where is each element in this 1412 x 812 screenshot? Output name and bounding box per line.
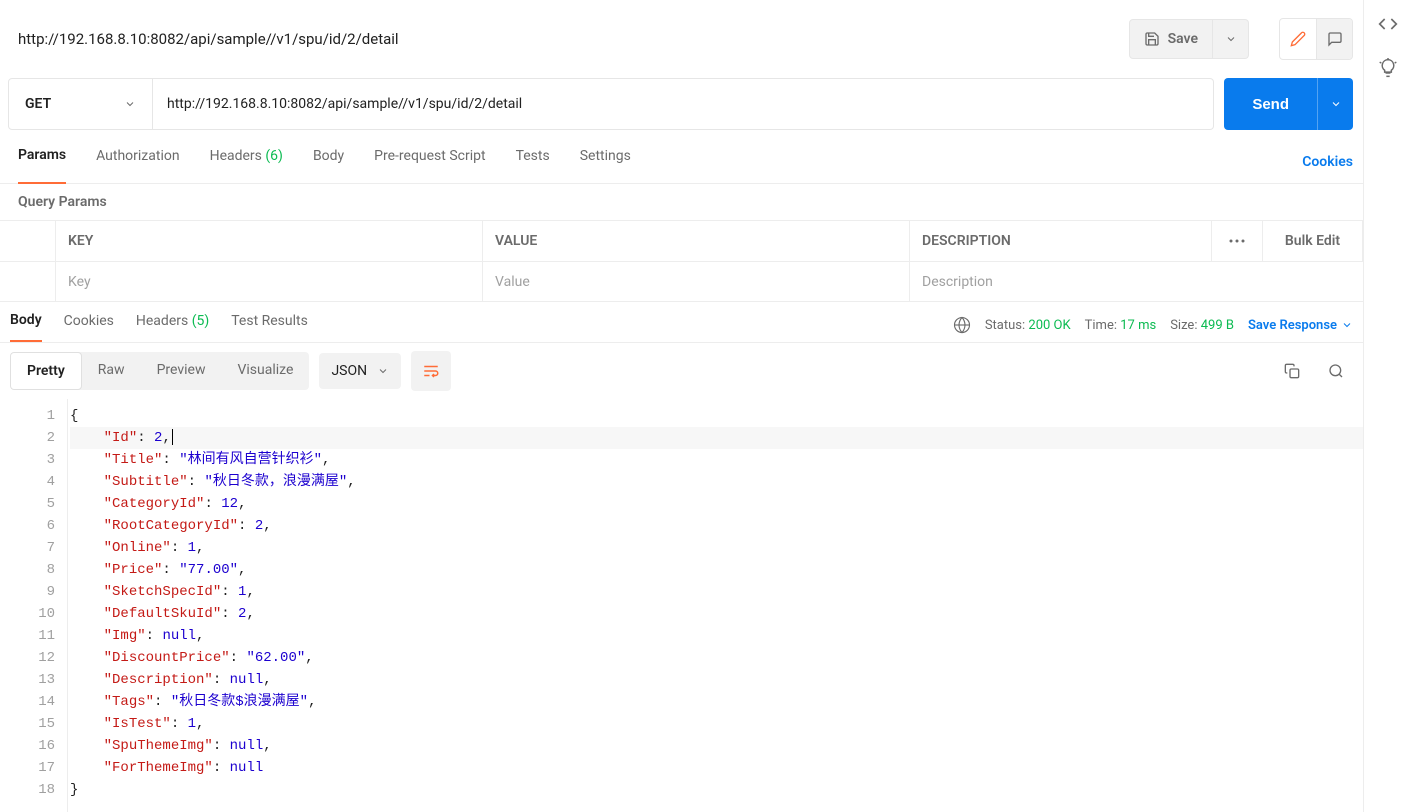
- view-raw[interactable]: Raw: [82, 352, 141, 390]
- cookies-link[interactable]: Cookies: [1302, 154, 1353, 170]
- save-button[interactable]: Save: [1129, 19, 1213, 59]
- format-value: JSON: [331, 363, 367, 379]
- col-value: VALUE: [483, 221, 910, 261]
- view-pretty[interactable]: Pretty: [10, 352, 82, 390]
- wrap-icon: [422, 362, 440, 380]
- params-table: KEY VALUE DESCRIPTION Bulk Edit Key Valu…: [0, 220, 1363, 302]
- copy-button[interactable]: [1275, 354, 1309, 388]
- chevron-down-icon: [377, 365, 389, 377]
- send-dropdown[interactable]: [1317, 78, 1353, 130]
- bulk-edit-button[interactable]: Bulk Edit: [1263, 221, 1363, 261]
- save-dropdown[interactable]: [1213, 19, 1249, 59]
- param-description-input[interactable]: Description: [910, 262, 1363, 301]
- tab-params[interactable]: Params: [18, 140, 66, 184]
- tab-headers-label: Headers: [210, 148, 262, 164]
- url-value: http://192.168.8.10:8082/api/sample//v1/…: [167, 96, 522, 112]
- code-source[interactable]: { "Id": 2, "Title": "林间有风自营针织衫", "Subtit…: [68, 399, 1363, 812]
- query-params-heading: Query Params: [0, 184, 1363, 220]
- tab-authorization[interactable]: Authorization: [96, 140, 179, 184]
- chevron-down-icon: [124, 98, 136, 110]
- response-body[interactable]: 123456789101112131415161718 { "Id": 2, "…: [0, 399, 1363, 812]
- status-block: Status: 200 OK: [985, 318, 1071, 333]
- tab-settings[interactable]: Settings: [580, 140, 631, 184]
- more-icon: [1229, 239, 1245, 243]
- search-icon: [1328, 363, 1344, 379]
- param-key-input[interactable]: Key: [56, 262, 483, 301]
- chevron-down-icon: [1330, 98, 1342, 110]
- resp-tab-body[interactable]: Body: [10, 308, 42, 342]
- col-description: DESCRIPTION: [910, 221, 1211, 261]
- col-options-button[interactable]: [1211, 221, 1263, 261]
- size-block: Size: 499 B: [1170, 318, 1234, 333]
- param-value-input[interactable]: Value: [483, 262, 910, 301]
- comment-icon: [1327, 31, 1343, 47]
- search-button[interactable]: [1319, 354, 1353, 388]
- hints-button[interactable]: [1378, 58, 1398, 78]
- wrap-lines-button[interactable]: [411, 351, 451, 391]
- resp-tab-cookies[interactable]: Cookies: [64, 308, 114, 342]
- send-button[interactable]: Send: [1224, 78, 1317, 130]
- resp-tab-headers-count: (5): [192, 313, 210, 329]
- save-icon: [1144, 31, 1160, 47]
- resp-tab-test-results[interactable]: Test Results: [231, 308, 308, 342]
- view-mode-segment: Pretty Raw Preview Visualize: [10, 352, 309, 390]
- tab-body[interactable]: Body: [313, 140, 344, 184]
- tab-headers[interactable]: Headers (6): [210, 140, 283, 184]
- request-title: http://192.168.8.10:8082/api/sample//v1/…: [18, 30, 1129, 48]
- view-preview[interactable]: Preview: [141, 352, 222, 390]
- resp-tab-headers[interactable]: Headers (5): [136, 308, 209, 342]
- tab-headers-count: (6): [265, 148, 283, 164]
- col-key: KEY: [56, 221, 483, 261]
- chevron-down-icon: [1341, 319, 1353, 331]
- pencil-icon: [1290, 31, 1306, 47]
- code-icon: [1378, 14, 1398, 34]
- method-select[interactable]: GET: [8, 78, 153, 130]
- tab-tests[interactable]: Tests: [516, 140, 550, 184]
- save-response-button[interactable]: Save Response: [1248, 318, 1353, 333]
- copy-icon: [1284, 363, 1300, 379]
- method-value: GET: [25, 96, 51, 112]
- url-input[interactable]: http://192.168.8.10:8082/api/sample//v1/…: [153, 78, 1214, 130]
- chevron-down-icon: [1225, 33, 1237, 45]
- line-gutter: 123456789101112131415161718: [0, 399, 68, 812]
- globe-icon[interactable]: [953, 316, 971, 334]
- time-block: Time: 17 ms: [1085, 318, 1157, 333]
- resp-tab-headers-label: Headers: [136, 313, 188, 329]
- lightbulb-icon: [1378, 58, 1398, 78]
- comment-button[interactable]: [1316, 19, 1352, 59]
- format-select[interactable]: JSON: [319, 353, 401, 389]
- save-label: Save: [1168, 31, 1198, 47]
- view-visualize[interactable]: Visualize: [221, 352, 309, 390]
- tab-prerequest[interactable]: Pre-request Script: [374, 140, 485, 184]
- edit-button[interactable]: [1280, 19, 1316, 59]
- code-snippet-button[interactable]: [1378, 14, 1398, 34]
